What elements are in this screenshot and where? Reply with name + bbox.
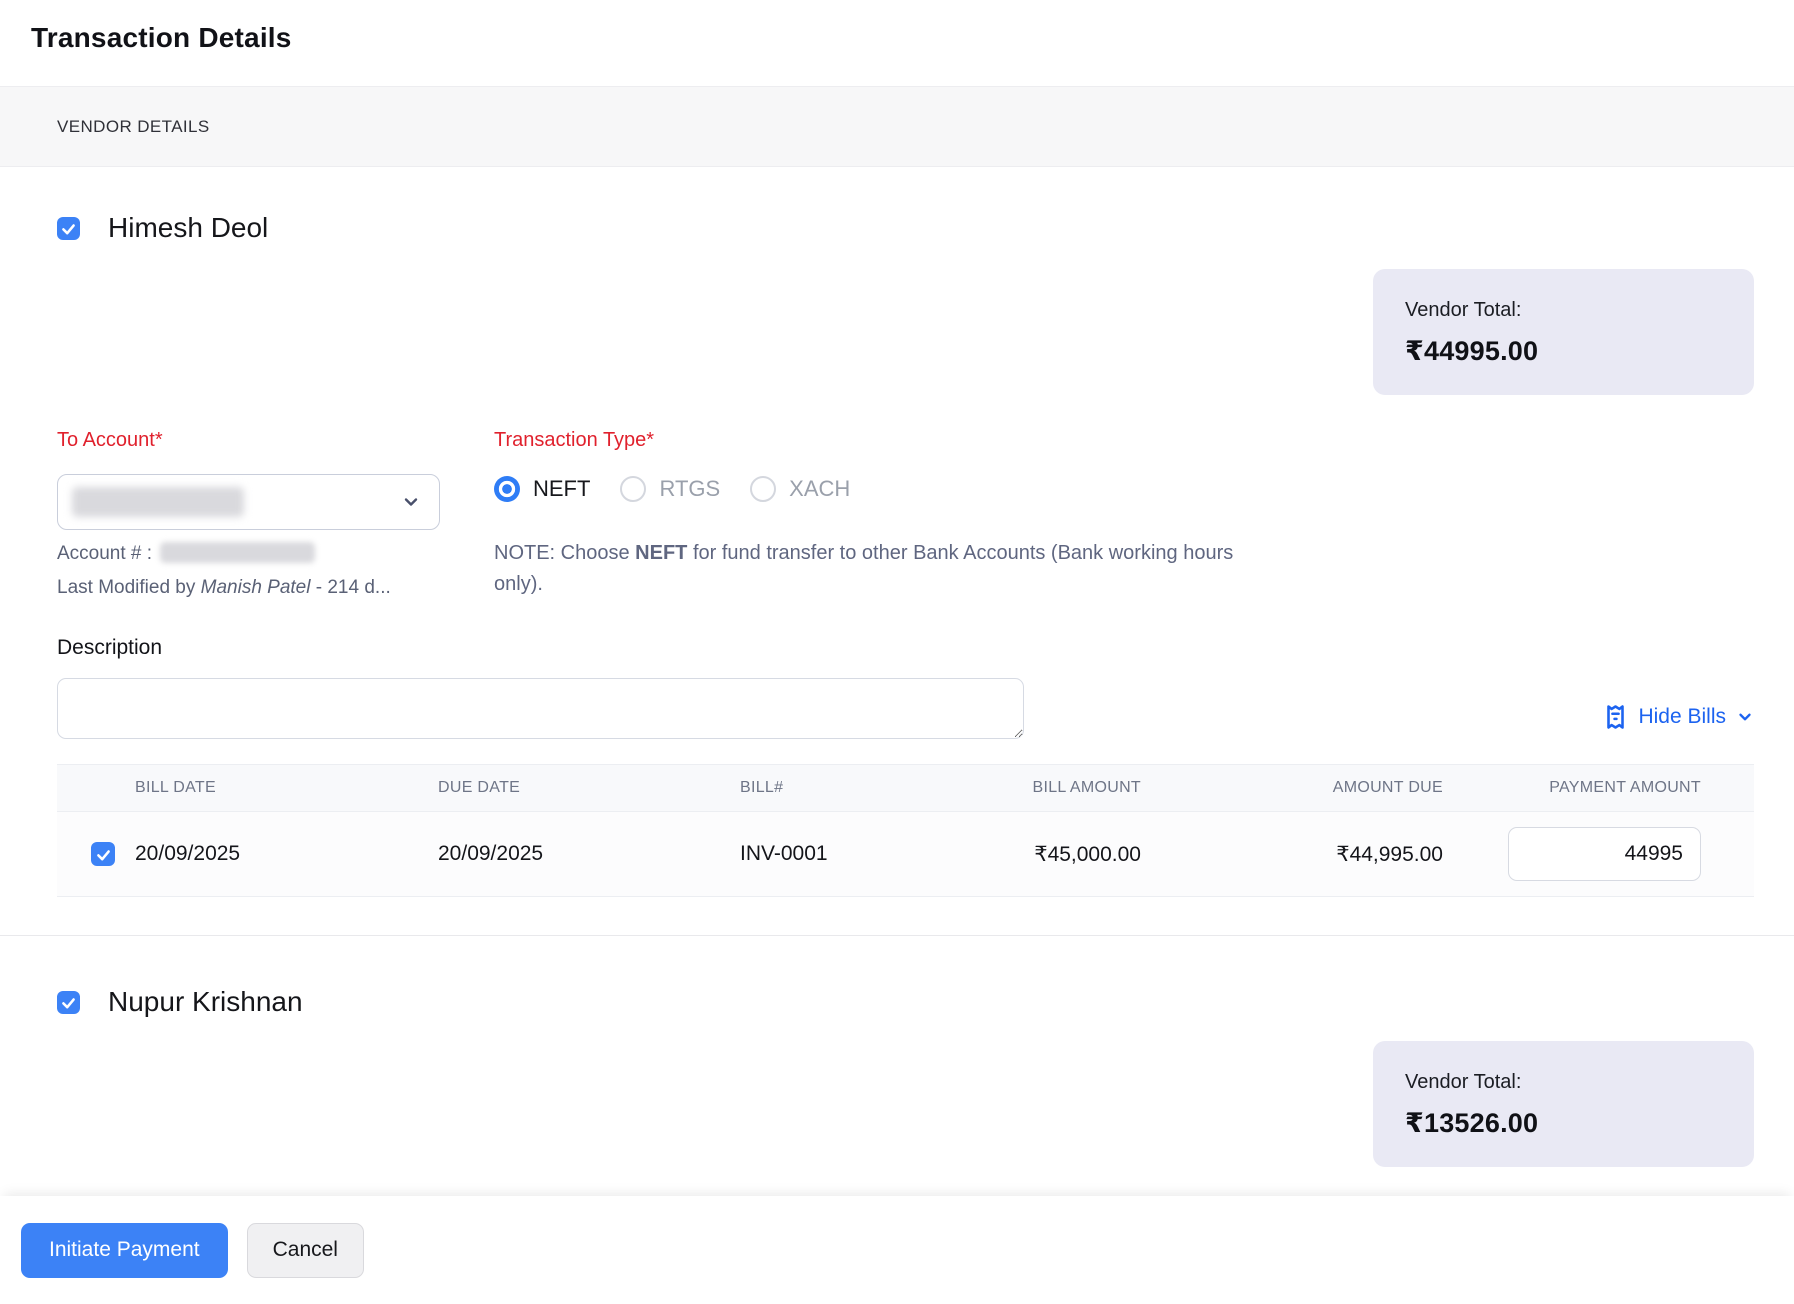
page-header: Transaction Details bbox=[0, 0, 1794, 86]
vendor-section-1: Himesh Deol Vendor Total: ₹44995.00 To A… bbox=[0, 212, 1794, 897]
transaction-details-content: Himesh Deol Vendor Total: ₹44995.00 To A… bbox=[0, 167, 1794, 1196]
radio-option-rtgs: RTGS bbox=[620, 476, 720, 502]
vendor-1-name: Himesh Deol bbox=[108, 212, 268, 244]
last-modified-line: Last Modified by Manish Patel - 214 d... bbox=[57, 577, 440, 599]
radio-unselected-icon bbox=[750, 476, 776, 502]
bills-table: BILL DATE DUE DATE BILL# BILL AMOUNT AMO… bbox=[57, 764, 1754, 897]
bill-row-checkbox[interactable] bbox=[91, 842, 115, 866]
page-title: Transaction Details bbox=[31, 22, 1763, 54]
vendor-2-total-card: Vendor Total: ₹13526.00 bbox=[1373, 1041, 1754, 1167]
chevron-down-icon bbox=[1736, 708, 1754, 726]
radio-unselected-icon bbox=[620, 476, 646, 502]
vendor-1-fields: To Account* Account # : Last Modified by… bbox=[57, 429, 1794, 600]
receipt-icon bbox=[1603, 703, 1628, 731]
col-due-date: DUE DATE bbox=[428, 779, 730, 797]
col-amount-due: AMOUNT DUE bbox=[1151, 779, 1453, 797]
neft-note-text: NOTE: Choose NEFT for fund transfer to o… bbox=[494, 538, 1254, 600]
to-account-label: To Account* bbox=[57, 429, 440, 452]
vendor-1-checkbox[interactable] bbox=[57, 217, 80, 240]
col-bill-amount: BILL AMOUNT bbox=[950, 779, 1151, 797]
col-payment-amount: PAYMENT AMOUNT bbox=[1453, 779, 1754, 797]
vendor-1-total-card: Vendor Total: ₹44995.00 bbox=[1373, 269, 1754, 395]
payment-amount-input[interactable] bbox=[1508, 827, 1701, 881]
description-textarea[interactable] bbox=[57, 678, 1024, 739]
cancel-button[interactable]: Cancel bbox=[247, 1223, 364, 1278]
vendor-section-2: Nupur Krishnan Vendor Total: ₹13526.00 bbox=[0, 986, 1794, 1167]
bill-table-row: 20/09/2025 20/09/2025 INV-0001 ₹45,000.0… bbox=[57, 812, 1754, 897]
check-icon bbox=[95, 846, 112, 863]
check-icon bbox=[60, 220, 77, 237]
redacted-account-number bbox=[160, 542, 315, 563]
transaction-type-options: NEFT RTGS XACH bbox=[494, 476, 1284, 502]
redacted-account-name bbox=[72, 487, 244, 517]
section-header-label: VENDOR DETAILS bbox=[57, 117, 210, 137]
action-footer: Initiate Payment Cancel bbox=[0, 1196, 1794, 1304]
col-bill-date: BILL DATE bbox=[125, 779, 428, 797]
bill-number-cell: INV-0001 bbox=[730, 842, 950, 866]
bill-date-cell: 20/09/2025 bbox=[125, 842, 428, 866]
transaction-type-label: Transaction Type* bbox=[494, 429, 1284, 452]
hide-bills-label: Hide Bills bbox=[1638, 705, 1726, 729]
transaction-type-field-group: Transaction Type* NEFT RTGS XACH bbox=[494, 429, 1284, 600]
initiate-payment-button[interactable]: Initiate Payment bbox=[21, 1223, 228, 1278]
vendor-total-amount: ₹44995.00 bbox=[1405, 336, 1722, 367]
description-row: Hide Bills bbox=[57, 678, 1754, 739]
due-date-cell: 20/09/2025 bbox=[428, 842, 730, 866]
vendor-details-section-header: VENDOR DETAILS bbox=[0, 86, 1794, 167]
account-number-label: Account # : bbox=[57, 543, 152, 564]
vendor-total-amount: ₹13526.00 bbox=[1405, 1108, 1722, 1139]
radio-selected-icon bbox=[494, 476, 520, 502]
radio-option-xach: XACH bbox=[750, 476, 850, 502]
bills-table-header: BILL DATE DUE DATE BILL# BILL AMOUNT AMO… bbox=[57, 764, 1754, 812]
to-account-select[interactable] bbox=[57, 474, 440, 530]
amount-due-cell: ₹44,995.00 bbox=[1151, 842, 1453, 867]
vendor-2-checkbox[interactable] bbox=[57, 991, 80, 1014]
last-modified-by-name: Manish Patel bbox=[201, 577, 311, 598]
vendor-divider bbox=[0, 935, 1794, 936]
col-bill-number: BILL# bbox=[730, 779, 950, 797]
chevron-down-icon bbox=[401, 492, 421, 512]
radio-option-neft[interactable]: NEFT bbox=[494, 476, 590, 502]
account-number-line: Account # : bbox=[57, 542, 440, 565]
vendor-2-header: Nupur Krishnan bbox=[57, 986, 1794, 1018]
hide-bills-toggle[interactable]: Hide Bills bbox=[1603, 703, 1754, 731]
to-account-field-group: To Account* Account # : Last Modified by… bbox=[57, 429, 440, 600]
description-label: Description bbox=[57, 636, 1794, 660]
vendor-2-name: Nupur Krishnan bbox=[108, 986, 303, 1018]
vendor-1-header: Himesh Deol bbox=[57, 212, 1794, 244]
check-icon bbox=[60, 994, 77, 1011]
vendor-total-label: Vendor Total: bbox=[1405, 1071, 1722, 1094]
vendor-total-label: Vendor Total: bbox=[1405, 299, 1722, 322]
bill-amount-cell: ₹45,000.00 bbox=[950, 842, 1151, 867]
